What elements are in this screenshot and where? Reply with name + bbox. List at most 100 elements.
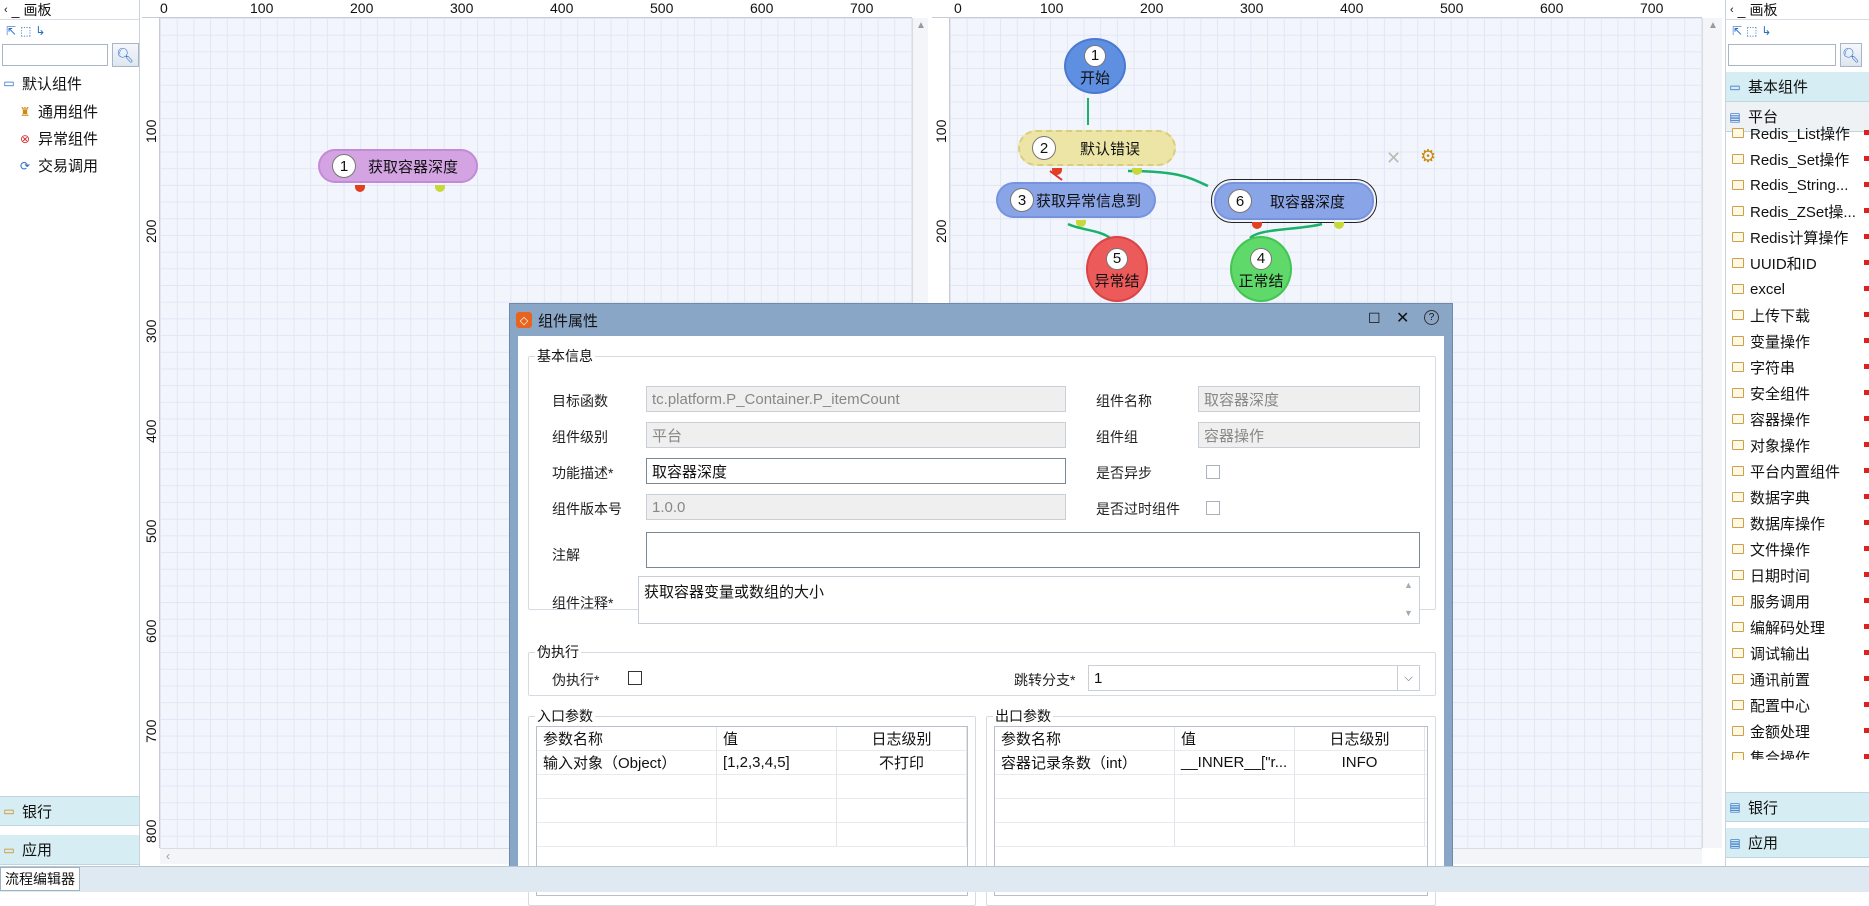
- component-label: UUID和ID: [1750, 255, 1817, 273]
- branch-select[interactable]: 1 ⌵: [1088, 665, 1420, 691]
- palette-component-item[interactable]: 字符串: [1726, 354, 1869, 380]
- palette-component-item[interactable]: 金额处理: [1726, 718, 1869, 744]
- table-row: [537, 823, 967, 847]
- collapse-icon[interactable]: ‹: [4, 4, 8, 16]
- palette-header: ‹ _ 画板: [0, 0, 139, 20]
- delete-icon[interactable]: ✕: [1386, 148, 1401, 169]
- collapse-icon[interactable]: ‹: [1730, 4, 1734, 16]
- description-input[interactable]: 取容器深度: [646, 458, 1066, 484]
- vertical-ruler: 100 200 300 400 500 600 700 800: [142, 18, 160, 848]
- properties-icon[interactable]: ⚙: [1420, 146, 1436, 167]
- scroll-down-icon[interactable]: ▼: [1404, 608, 1413, 618]
- default-error-node[interactable]: 2 默认错误: [1018, 130, 1176, 175]
- palette-component-item[interactable]: 安全组件: [1726, 380, 1869, 406]
- category-app[interactable]: ▤ 应用: [1726, 828, 1869, 858]
- ruler-tick: 400: [1340, 0, 1364, 16]
- node-number: 6: [1228, 189, 1252, 213]
- status-marker: [1864, 182, 1869, 187]
- annotation-input[interactable]: [646, 532, 1420, 568]
- palette-component-item[interactable]: 日期时间: [1726, 562, 1869, 588]
- get-exception-node[interactable]: 3 获取异常信息到: [996, 182, 1156, 227]
- obsolete-label: 是否过时组件: [1096, 501, 1180, 517]
- palette-component-item[interactable]: 通讯前置: [1726, 666, 1869, 692]
- table-row: [537, 775, 967, 799]
- tree-item-transaction[interactable]: ⟳ 交易调用: [0, 152, 139, 179]
- palette-component-item[interactable]: 调试输出: [1726, 640, 1869, 666]
- palette-component-item[interactable]: 编解码处理: [1726, 614, 1869, 640]
- success-port[interactable]: [435, 185, 445, 192]
- palette-component-item[interactable]: Redis_List操作: [1726, 120, 1869, 146]
- search-button[interactable]: 🔍︎: [1840, 43, 1862, 67]
- category-bank[interactable]: ▭ 银行: [0, 796, 139, 826]
- palette-component-item[interactable]: excel: [1726, 276, 1869, 302]
- palette-component-item[interactable]: 平台内置组件: [1726, 458, 1869, 484]
- minimize-icon[interactable]: _: [1738, 2, 1746, 18]
- chevron-down-icon[interactable]: ⌵: [1397, 666, 1419, 690]
- table-row[interactable]: 输入对象（Object） [1,2,3,4,5] 不打印: [537, 751, 967, 775]
- status-marker: [1864, 208, 1869, 213]
- category-basic[interactable]: ▭ 基本组件: [1726, 72, 1869, 102]
- palette-component-item[interactable]: 文件操作: [1726, 536, 1869, 562]
- tree-item-exception[interactable]: ⊗ 异常组件: [0, 125, 139, 152]
- folder-icon: [1732, 518, 1744, 528]
- connection-tool-icon[interactable]: ↳: [35, 24, 45, 38]
- selected-node-container-depth[interactable]: 6 取容器深度: [1211, 179, 1377, 229]
- tab-flow-editor[interactable]: 流程编辑器: [0, 867, 80, 891]
- start-node[interactable]: 1 开始: [1064, 38, 1126, 94]
- palette-component-item[interactable]: Redis_Set操作: [1726, 146, 1869, 172]
- palette-component-item[interactable]: 配置中心: [1726, 692, 1869, 718]
- scroll-up-icon[interactable]: ▲: [1708, 20, 1718, 31]
- select-tool-icon[interactable]: ⇱: [6, 24, 16, 38]
- palette-component-item[interactable]: Redis_String...: [1726, 172, 1869, 198]
- component-label: 通讯前置: [1750, 671, 1811, 689]
- vertical-scrollbar[interactable]: ▲: [1702, 18, 1722, 848]
- connection-tool-icon[interactable]: ↳: [1761, 24, 1771, 38]
- fake-exec-checkbox[interactable]: [628, 671, 642, 685]
- palette-component-item[interactable]: 上传下载: [1726, 302, 1869, 328]
- version-label: 组件版本号: [552, 501, 622, 517]
- palette-component-item[interactable]: 数据库操作: [1726, 510, 1869, 536]
- ruler-tick: 200: [350, 0, 374, 16]
- exception-end-node[interactable]: 5 异常结: [1086, 236, 1148, 302]
- table-row[interactable]: 容器记录条数（int） __INNER__["r... INFO: [995, 751, 1427, 775]
- normal-end-node[interactable]: 4 正常结: [1230, 236, 1292, 302]
- flow-node[interactable]: 1 获取容器深度: [318, 149, 478, 192]
- scroll-up-icon[interactable]: ▲: [1404, 580, 1413, 590]
- app-icon: ◇: [516, 312, 532, 328]
- tree-root[interactable]: ▭ 默认组件: [0, 68, 139, 98]
- error-port[interactable]: [355, 185, 365, 192]
- palette-component-item[interactable]: Redis计算操作: [1726, 224, 1869, 250]
- category-bank[interactable]: ▤ 银行: [1726, 792, 1869, 822]
- palette-search-input[interactable]: [1728, 44, 1836, 66]
- maximize-icon[interactable]: ☐: [1368, 310, 1381, 327]
- search-button[interactable]: 🔍︎: [111, 43, 139, 67]
- scroll-up-icon[interactable]: ▲: [916, 20, 926, 31]
- palette-component-item[interactable]: 服务调用: [1726, 588, 1869, 614]
- palette-component-item[interactable]: 变量操作: [1726, 328, 1869, 354]
- palette-component-item[interactable]: 容器操作: [1726, 406, 1869, 432]
- column-header: 参数名称: [537, 727, 717, 750]
- marquee-tool-icon[interactable]: ⬚: [1746, 24, 1757, 38]
- palette-component-item[interactable]: 数据字典: [1726, 484, 1869, 510]
- comment-textarea[interactable]: 获取容器变量或数组的大小: [638, 576, 1420, 624]
- palette-component-item[interactable]: Redis_ZSet操...: [1726, 198, 1869, 224]
- obsolete-checkbox[interactable]: [1206, 501, 1220, 515]
- select-tool-icon[interactable]: ⇱: [1732, 24, 1742, 38]
- dialog-body: 基本信息 目标函数 tc.platform.P_Container.P_item…: [518, 336, 1444, 906]
- async-label: 是否异步: [1096, 465, 1152, 481]
- node-label: 正常结: [1238, 272, 1284, 290]
- async-checkbox[interactable]: [1206, 465, 1220, 479]
- palette-search-input[interactable]: [2, 44, 108, 66]
- help-icon[interactable]: ?: [1424, 310, 1439, 325]
- folder-icon: [1732, 544, 1744, 554]
- palette-component-item[interactable]: 对象操作: [1726, 432, 1869, 458]
- minimize-icon[interactable]: _: [12, 2, 20, 18]
- scroll-left-icon[interactable]: ‹: [166, 849, 170, 863]
- palette-component-item[interactable]: UUID和ID: [1726, 250, 1869, 276]
- palette-component-item[interactable]: 集合操作: [1726, 744, 1869, 760]
- tree-item-general[interactable]: ♜ 通用组件: [0, 98, 139, 125]
- category-app[interactable]: ▭ 应用: [0, 835, 139, 865]
- table-row: [537, 799, 967, 823]
- marquee-tool-icon[interactable]: ⬚: [20, 24, 31, 38]
- close-icon[interactable]: ✕: [1396, 308, 1409, 328]
